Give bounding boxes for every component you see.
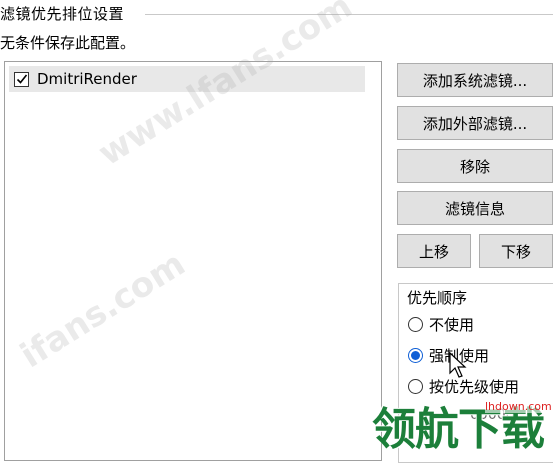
add-external-filter-button[interactable]: 添加外部滤镜... [397,106,553,140]
logo-url: lhdown.com [485,400,552,413]
radio-button-selected[interactable] [408,348,423,363]
move-up-button[interactable]: 上移 [397,234,471,268]
title-divider [145,14,553,15]
list-item[interactable]: DmitriRender [9,66,365,92]
filter-list[interactable]: DmitriRender [4,61,382,461]
remove-button[interactable]: 移除 [397,149,553,183]
page-subtitle: 无条件保存此配置。 [0,34,136,52]
radio-dot [411,351,420,360]
radio-option-disabled[interactable]: 不使用 [408,314,474,335]
move-down-button[interactable]: 下移 [479,234,553,268]
radio-button[interactable] [408,317,423,332]
filter-name: DmitriRender [37,70,137,88]
radio-label: 不使用 [429,316,475,334]
filter-info-button[interactable]: 滤镜信息 [397,191,553,225]
add-system-filter-button[interactable]: 添加系统滤镜... [397,63,553,97]
radio-button[interactable] [408,379,423,394]
page-title: 滤镜优先排位设置 [0,5,125,23]
priority-group-title: 优先顺序 [404,287,471,308]
mouse-cursor-icon [449,352,467,378]
filter-checkbox[interactable] [14,71,29,87]
checkmark-icon [16,74,27,84]
